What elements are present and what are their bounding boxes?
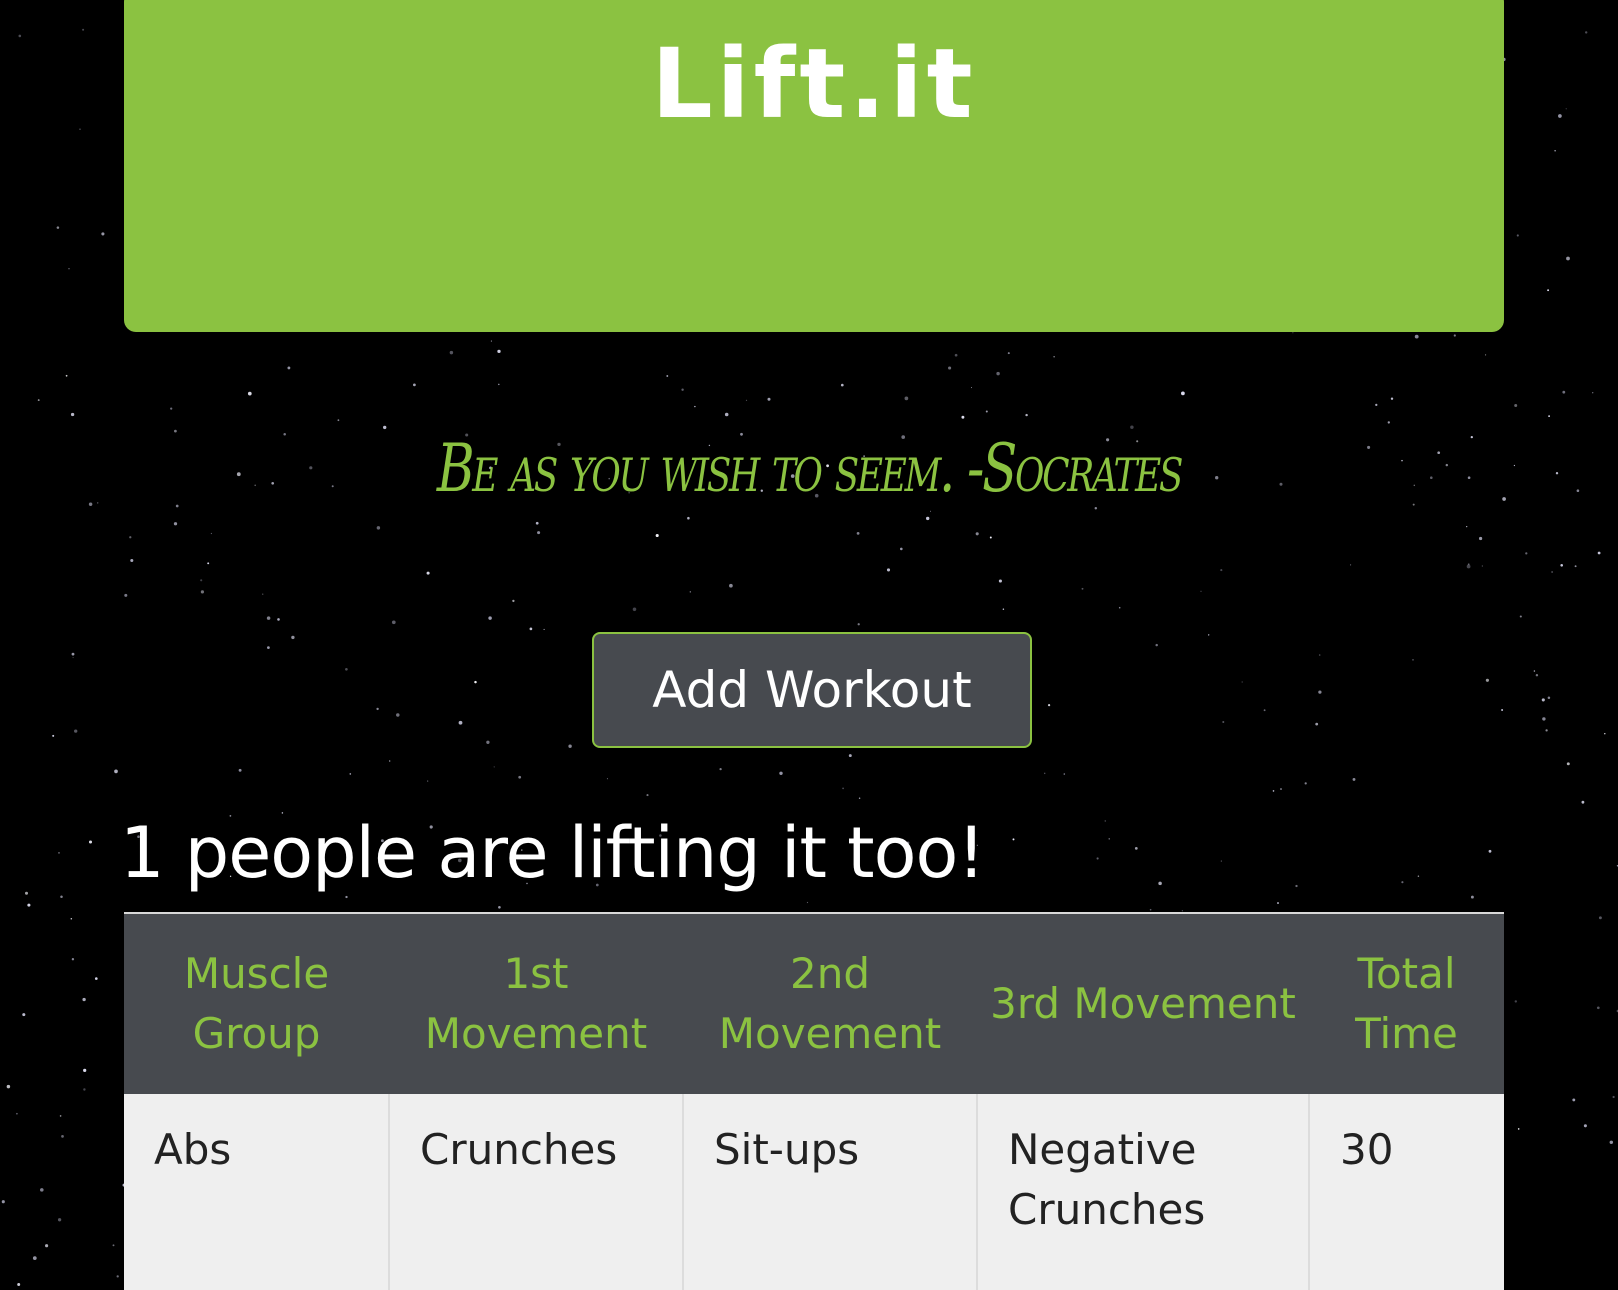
column-header-2nd-movement: 2nd Movement bbox=[683, 914, 977, 1094]
table-header-row: Muscle Group 1st Movement 2nd Movement 3… bbox=[124, 914, 1504, 1094]
lifters-count-heading: 1 people are lifting it too! bbox=[120, 812, 985, 894]
column-header-1st-movement: 1st Movement bbox=[389, 914, 683, 1094]
quote-text: Be as you wish to seem. -Socrates bbox=[436, 430, 1184, 507]
cell-3rd-movement: Negative Crunches bbox=[976, 1094, 1309, 1290]
cell-total-time: 30 bbox=[1308, 1094, 1504, 1290]
header-banner: Lift.it bbox=[124, 0, 1504, 332]
cell-1st-movement: Crunches bbox=[388, 1094, 683, 1290]
workouts-table: Muscle Group 1st Movement 2nd Movement 3… bbox=[124, 912, 1504, 1290]
column-header-total-time: Total Time bbox=[1309, 914, 1504, 1094]
cell-2nd-movement: Sit-ups bbox=[682, 1094, 977, 1290]
brand-title: Lift.it bbox=[651, 28, 977, 140]
column-header-muscle-group: Muscle Group bbox=[124, 914, 389, 1094]
column-header-3rd-movement: 3rd Movement bbox=[977, 914, 1309, 1094]
table-row: Abs Crunches Sit-ups Negative Crunches 3… bbox=[124, 1094, 1504, 1290]
add-workout-button[interactable]: Add Workout bbox=[592, 632, 1032, 748]
cell-muscle-group: Abs bbox=[124, 1094, 389, 1290]
